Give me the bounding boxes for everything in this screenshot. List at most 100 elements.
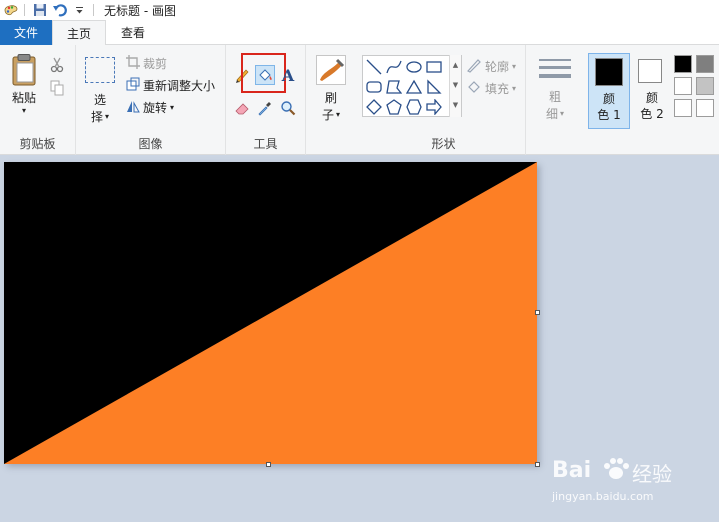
line-shape-icon[interactable] bbox=[364, 57, 384, 77]
group-label-tools: 工具 bbox=[253, 137, 278, 151]
paw-icon bbox=[602, 456, 630, 485]
resize-label: 重新调整大小 bbox=[143, 79, 216, 93]
diamond-shape-icon[interactable] bbox=[364, 97, 384, 117]
magnifier-icon[interactable] bbox=[278, 98, 298, 118]
arrow-right-shape-icon[interactable] bbox=[424, 97, 444, 117]
select-button[interactable]: 选 择 ▾ bbox=[82, 57, 118, 125]
group-size: 粗 细 ▾ bbox=[526, 45, 584, 155]
shapes-gallery-scrollbar[interactable]: ▲ ▼ ▼ bbox=[449, 55, 461, 117]
brush-icon bbox=[316, 55, 346, 85]
ribbon: 粘贴 ▾ 剪贴板 选 择 ▾ 裁剪 重新调整大小 旋转 ▾ 图像 A 工具 刷 … bbox=[0, 45, 719, 155]
curve-shape-icon[interactable] bbox=[384, 57, 404, 77]
pentagon-shape-icon[interactable] bbox=[384, 97, 404, 117]
chevron-down-icon: ▾ bbox=[105, 112, 110, 121]
fill-button[interactable]: 填充 ▾ bbox=[466, 79, 516, 98]
paste-button[interactable]: 粘贴 ▾ bbox=[6, 53, 42, 116]
undo-icon[interactable] bbox=[51, 1, 69, 19]
palette-color-swatch[interactable] bbox=[696, 55, 714, 73]
select-label-line1: 选 bbox=[93, 93, 106, 107]
color2-button[interactable]: 颜 色 2 bbox=[632, 53, 672, 129]
crop-button[interactable]: 裁剪 bbox=[126, 55, 167, 72]
palette-color-swatch[interactable] bbox=[674, 77, 692, 95]
palette-color-swatch[interactable] bbox=[674, 55, 692, 73]
title-bar: 无标题 - 画图 bbox=[0, 0, 719, 20]
brushes-label-line2: 子 bbox=[321, 108, 334, 122]
resize-icon bbox=[126, 77, 140, 94]
chevron-down-icon: ▾ bbox=[512, 84, 517, 93]
color2-label-line2: 色 2 bbox=[640, 107, 664, 121]
rounded-rectangle-shape-icon[interactable] bbox=[364, 77, 384, 97]
size-button[interactable]: 粗 细 ▾ bbox=[536, 55, 574, 122]
copy-icon[interactable] bbox=[47, 78, 67, 98]
customize-quick-access-icon[interactable] bbox=[71, 1, 89, 19]
resize-button[interactable]: 重新调整大小 bbox=[126, 77, 215, 94]
group-label-image: 图像 bbox=[138, 137, 163, 151]
chevron-down-icon: ▾ bbox=[512, 62, 517, 71]
outline-button[interactable]: 轮廓 ▾ bbox=[466, 57, 516, 76]
select-label-line2: 择 bbox=[90, 110, 103, 124]
color-picker-icon[interactable] bbox=[255, 98, 275, 118]
cut-icon[interactable] bbox=[47, 55, 67, 75]
group-brushes: 刷 子 ▾ bbox=[306, 45, 356, 155]
rotate-label: 旋转 bbox=[143, 101, 168, 115]
color1-label-line1: 颜 bbox=[602, 92, 615, 106]
chevron-down-icon: ▾ bbox=[336, 110, 341, 119]
color2-swatch bbox=[638, 59, 662, 83]
tab-view[interactable]: 查看 bbox=[106, 20, 160, 45]
palette-color-swatch[interactable] bbox=[696, 77, 714, 95]
paste-label: 粘贴 bbox=[11, 91, 36, 105]
quick-access-toolbar bbox=[0, 0, 98, 20]
eraser-icon[interactable] bbox=[232, 98, 252, 118]
expand-gallery-icon[interactable]: ▼ bbox=[450, 95, 461, 115]
triangle-shape-icon[interactable] bbox=[404, 77, 424, 97]
separator bbox=[24, 4, 25, 16]
chevron-down-icon: ▾ bbox=[170, 103, 175, 112]
scroll-down-icon[interactable]: ▼ bbox=[450, 75, 461, 95]
brushes-label-line1: 刷 bbox=[324, 91, 337, 105]
color2-label-line1: 颜 bbox=[645, 91, 658, 105]
tab-home[interactable]: 主页 bbox=[52, 20, 106, 46]
polygon-shape-icon[interactable] bbox=[384, 77, 404, 97]
rectangle-shape-icon[interactable] bbox=[424, 57, 444, 77]
rotate-icon bbox=[126, 99, 140, 116]
palette-color-swatch[interactable] bbox=[696, 99, 714, 117]
color1-button[interactable]: 颜 色 1 bbox=[588, 53, 630, 129]
chevron-down-icon: ▾ bbox=[560, 109, 565, 118]
palette-color-swatch[interactable] bbox=[674, 99, 692, 117]
crop-icon bbox=[126, 55, 140, 72]
group-label-shapes: 形状 bbox=[431, 137, 456, 151]
right-triangle-shape-icon[interactable] bbox=[424, 77, 444, 97]
resize-handle-corner[interactable] bbox=[535, 462, 540, 467]
text-tool-icon[interactable]: A bbox=[278, 65, 298, 85]
brushes-button[interactable]: 刷 子 ▾ bbox=[314, 55, 348, 123]
fill-icon bbox=[466, 79, 482, 98]
window-title: 无标题 - 画图 bbox=[104, 3, 176, 18]
watermark-url: jingyan.baidu.com bbox=[552, 490, 654, 503]
group-clipboard: 粘贴 ▾ 剪贴板 bbox=[0, 45, 76, 155]
oval-shape-icon[interactable] bbox=[404, 57, 424, 77]
chevron-down-icon: ▾ bbox=[21, 106, 26, 115]
ribbon-tab-bar: 文件 主页 查看 bbox=[0, 20, 719, 46]
watermark-brand: Bai bbox=[552, 458, 592, 483]
drawing-canvas[interactable] bbox=[4, 162, 537, 464]
hexagon-shape-icon[interactable] bbox=[404, 97, 424, 117]
baidu-jingyan-watermark: Bai 经验 jingyan.baidu.com bbox=[550, 452, 710, 512]
resize-handle-right[interactable] bbox=[535, 310, 540, 315]
size-label-line2: 细 bbox=[545, 107, 558, 121]
line-width-icon bbox=[539, 59, 571, 78]
save-icon[interactable] bbox=[31, 1, 49, 19]
watermark-brand-suffix: 经验 bbox=[632, 462, 672, 486]
crop-label: 裁剪 bbox=[143, 57, 168, 71]
color1-swatch bbox=[595, 58, 623, 86]
group-label-clipboard: 剪贴板 bbox=[19, 137, 56, 151]
resize-handle-bottom[interactable] bbox=[266, 462, 271, 467]
paint-app-icon[interactable] bbox=[2, 1, 20, 19]
selection-rect-icon bbox=[85, 57, 115, 83]
rotate-button[interactable]: 旋转 ▾ bbox=[126, 99, 174, 116]
outline-label: 轮廓 bbox=[485, 60, 510, 74]
clipboard-icon bbox=[10, 53, 38, 87]
scroll-up-icon[interactable]: ▲ bbox=[450, 55, 461, 75]
tab-file[interactable]: 文件 bbox=[0, 20, 52, 45]
fill-label: 填充 bbox=[485, 82, 510, 96]
color1-label-line2: 色 1 bbox=[597, 108, 621, 122]
